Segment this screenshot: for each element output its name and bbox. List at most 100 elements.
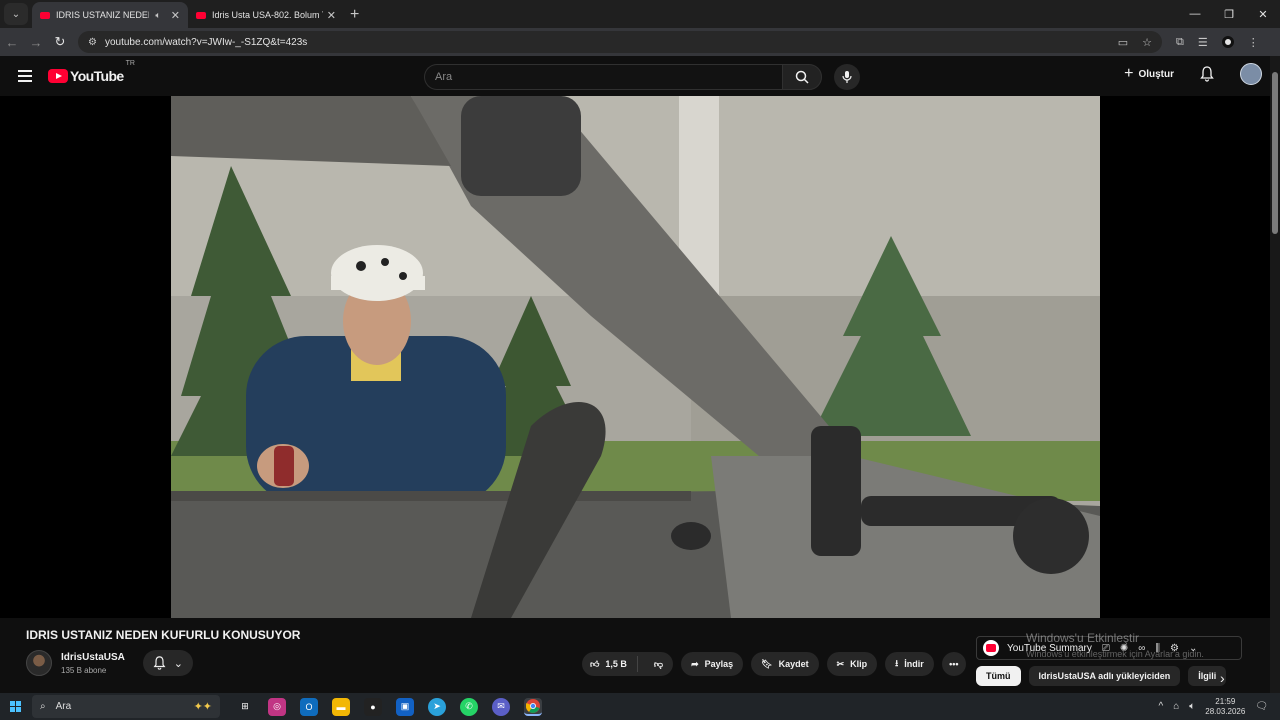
channel-name[interactable]: IdrisUstaUSA: [61, 652, 125, 663]
messenger-icon[interactable]: ✉: [492, 697, 510, 716]
chrome-icon[interactable]: [524, 697, 542, 716]
youtube-favicon-icon: [196, 11, 206, 19]
chrome-logo-icon: [526, 698, 540, 713]
chips-next-icon[interactable]: ›: [1220, 670, 1225, 686]
scissors-icon: ✂: [836, 658, 845, 669]
summary-title: YouTube Summary: [1007, 642, 1092, 654]
task-view-icon[interactable]: ⊞: [236, 698, 254, 716]
whatsapp-icon[interactable]: ✆: [460, 697, 478, 716]
clip-label: Klip: [850, 659, 868, 669]
windows-taskbar: ⌕ Ara ✦✦ ⊞ ◎ O ▬ ● ▣ ➤ ✆ ✉ ^ ⌂ 🔈︎ 21:59 …: [0, 693, 1280, 720]
video-title: IDRIS USTANIZ NEDEN KUFURLU KONUSUYOR: [26, 628, 301, 642]
chip-all[interactable]: Tümü: [976, 666, 1021, 686]
youtube-masthead: YouTube TR Ara + Oluştur: [0, 56, 1280, 96]
clock[interactable]: 21:59 28.03.2026: [1205, 697, 1245, 717]
windows-logo-icon: [9, 701, 21, 712]
account-avatar[interactable]: [1240, 63, 1262, 85]
start-button[interactable]: [0, 701, 30, 712]
network-icon[interactable]: ⌂: [1173, 701, 1179, 712]
more-actions-button[interactable]: •••: [941, 652, 966, 676]
restore-icon[interactable]: ❐: [1212, 8, 1246, 21]
more-horizontal-icon: •••: [949, 659, 959, 669]
chip-from-uploader[interactable]: IdrisUstaUSA adlı yükleyiciden: [1028, 666, 1181, 686]
thumbs-down-icon: 👎︎: [653, 658, 664, 669]
tab-inactive[interactable]: Idris Usta USA-802. Bolum Turkiye... ✕: [188, 2, 344, 28]
back-icon[interactable]: ←: [0, 35, 24, 50]
video-icon[interactable]: ⎚: [1102, 643, 1110, 654]
tray-overflow-icon[interactable]: ^: [1159, 701, 1164, 712]
chevron-down-icon: ⌄: [173, 657, 184, 670]
forward-icon[interactable]: →: [24, 35, 48, 50]
youtube-play-icon: [48, 69, 68, 83]
taskbar-search[interactable]: ⌕ Ara ✦✦: [32, 695, 220, 718]
glasses-icon[interactable]: ∞: [1138, 643, 1145, 654]
new-tab-button[interactable]: +: [344, 6, 367, 28]
reading-list-icon[interactable]: ☰: [1198, 36, 1208, 49]
download-button[interactable]: ⭳ İndir: [885, 652, 934, 676]
create-button[interactable]: + Oluştur: [1124, 65, 1174, 83]
save-label: Kaydet: [778, 659, 809, 669]
subscription-bell-button[interactable]: ⌄: [142, 650, 193, 676]
expand-chevron-icon[interactable]: ⌄: [1189, 643, 1197, 654]
country-code: TR: [125, 60, 135, 67]
thumbs-up-icon: 👍︎: [590, 658, 600, 669]
app-icon[interactable]: ●: [364, 697, 382, 716]
logo-text: YouTube: [70, 68, 124, 84]
voice-search-button[interactable]: [834, 64, 860, 90]
reload-icon[interactable]: ↻: [48, 34, 72, 50]
clip-button[interactable]: ✂ Klip: [826, 652, 878, 676]
close-tab-icon[interactable]: ✕: [327, 9, 336, 22]
tab-search-button[interactable]: ⌄: [4, 3, 28, 25]
tab-active[interactable]: IDRIS USTANIZ NEDEN KUFURLU 🔈︎ ✕: [32, 2, 188, 28]
toolbar: ← → ↻ ⚙︎ youtube.com/watch?v=JWIw-_-S1ZQ…: [0, 28, 1280, 56]
search-icon: [795, 70, 809, 84]
youtube-logo[interactable]: YouTube TR: [48, 60, 135, 84]
like-count: 1,5 B: [605, 659, 627, 669]
dislike-button[interactable]: 👎︎: [644, 659, 673, 670]
channel-row: IdrisUstaUSA 135 B abone ⌄: [26, 650, 193, 676]
tab-strip: ⌄ IDRIS USTANIZ NEDEN KUFURLU 🔈︎ ✕ Idris…: [0, 0, 1280, 28]
like-button[interactable]: 👍︎ 1,5 B: [582, 656, 638, 672]
video-player[interactable]: [0, 96, 1270, 618]
audio-playing-icon[interactable]: 🔈︎: [155, 10, 160, 21]
notifications-bell-icon[interactable]: [1200, 66, 1214, 82]
volume-icon[interactable]: 🔈︎: [1189, 701, 1195, 712]
blue-app-icon[interactable]: ▣: [396, 697, 414, 716]
related-filter-chips: Tümü IdrisUstaUSA adlı yükleyiciden İlgi…: [976, 666, 1227, 686]
bell-icon: [153, 656, 166, 670]
copilot-sparkle-icon: ✦✦: [193, 701, 212, 713]
extensions-icon[interactable]: ⧉: [1176, 36, 1184, 49]
openai-icon[interactable]: ✺: [1120, 643, 1128, 654]
url-text: youtube.com/watch?v=JWIw-_-S1ZQ&t=423s: [104, 36, 308, 48]
address-bar[interactable]: ⚙︎ youtube.com/watch?v=JWIw-_-S1ZQ&t=423…: [78, 31, 1162, 53]
minimize-icon[interactable]: —: [1178, 8, 1212, 20]
clock-date: 28.03.2026: [1205, 706, 1246, 716]
share-button[interactable]: ➦ Paylaş: [681, 652, 744, 676]
bookmark-star-icon[interactable]: ☆: [1142, 36, 1152, 49]
file-explorer-icon[interactable]: ▬: [332, 697, 350, 716]
search-button[interactable]: [782, 64, 822, 90]
youtube-summary-extension[interactable]: YouTube Summary ⎚ ✺ ∞ ⫼ ⚙︎ ⌄: [976, 636, 1242, 660]
instagram-icon[interactable]: ◎: [268, 697, 286, 716]
search-icon: ⌕: [40, 701, 46, 712]
telegram-icon[interactable]: ➤: [428, 697, 446, 716]
video-frame[interactable]: [171, 96, 1100, 618]
profile-icon[interactable]: [1221, 36, 1234, 48]
cast-icon[interactable]: ▭: [1118, 36, 1128, 49]
audio-wave-icon[interactable]: ⫼: [1155, 643, 1160, 654]
clock-time: 21:59: [1215, 696, 1236, 706]
close-window-icon[interactable]: ✕: [1246, 8, 1280, 21]
close-tab-icon[interactable]: ✕: [171, 9, 180, 22]
scrollbar-thumb[interactable]: [1272, 72, 1278, 234]
settings-gear-icon[interactable]: ⚙︎: [1170, 643, 1179, 654]
site-info-icon[interactable]: ⚙︎: [88, 37, 97, 48]
hamburger-menu-icon[interactable]: [18, 67, 32, 85]
outlook-icon[interactable]: O: [300, 697, 318, 716]
bookmark-icon: 🔖︎: [761, 658, 773, 669]
plus-icon: +: [1124, 65, 1134, 82]
channel-avatar[interactable]: [26, 650, 52, 676]
notification-center-icon[interactable]: 🗨︎: [1255, 701, 1268, 712]
search-input[interactable]: Ara: [424, 64, 782, 90]
save-button[interactable]: 🔖︎ Kaydet: [751, 652, 819, 676]
menu-kebab-icon[interactable]: ⋮: [1248, 36, 1259, 49]
